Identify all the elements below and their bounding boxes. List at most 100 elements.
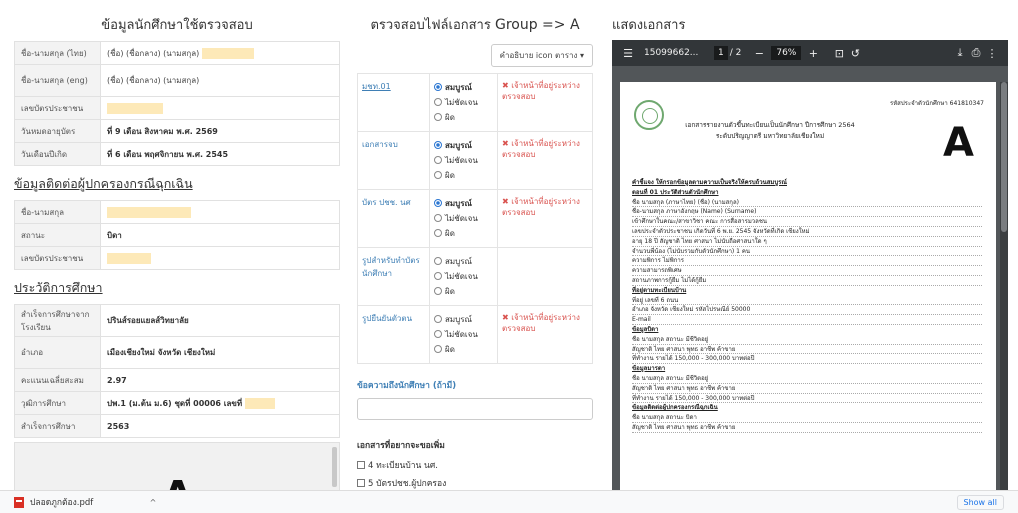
document-line: ความพิการ ไม่พิการ (632, 256, 982, 267)
radio-wrong[interactable]: ผิด (434, 342, 493, 357)
row-value: ที่ 6 เดือน พฤศจิกายน พ.ศ. 2545 (100, 142, 340, 166)
document-viewer-title: แสดงเอกสาร (612, 18, 686, 33)
document-line: เลขประจำตัวประชาชน เกิดวันที่ 6 พ.ย. 254… (632, 227, 982, 237)
doc-link[interactable]: รูปสำหรับทำบัตรนักศึกษา (362, 256, 420, 278)
message-input[interactable] (357, 398, 593, 420)
doc-name-cell: มชท.01 (357, 73, 430, 132)
more-icon[interactable]: ⋮ (984, 47, 1000, 60)
doc-name-cell: รูปสำหรับทำบัตรนักศึกษา (357, 247, 430, 306)
document-group-letter: A (943, 120, 974, 166)
doc-link[interactable]: มชท.01 (362, 82, 391, 91)
redacted-highlight (244, 397, 275, 409)
row-value: 2.97 (100, 368, 340, 392)
extra-doc-checkbox[interactable]: 5 บัตรปชช.ผู้ปกครอง (357, 474, 593, 490)
radio-icon (434, 257, 442, 265)
show-all-button[interactable]: Show all (956, 494, 1004, 510)
doc-link[interactable]: รูปยืนยันตัวตน (362, 314, 412, 323)
extra-doc-checkbox[interactable]: 4 ทะเบียนบ้าน นศ. (357, 456, 593, 474)
icon-legend-dropdown[interactable]: คำอธิบาย icon ตาราง ▾ (490, 44, 593, 67)
pdf-viewer: ☰ 15099662... 1 / 2 − 76% + ⊡ ↺ ⤓ ⎙ ⋮ รห… (612, 40, 1008, 490)
zoom-out-icon[interactable]: − (751, 47, 767, 60)
table-row: ชื่อ-นามสกุล (eng) (ชื่อ) (ชื่อกลาง) (นา… (14, 64, 340, 97)
row-label: อำเภอ (14, 336, 101, 369)
emergency-contact-table: ชื่อ-นามสกุล สถานะ บิดา เลขบัตรประชาชน (14, 200, 340, 270)
radio-complete[interactable]: สมบูรณ์ (434, 312, 493, 327)
checkbox-icon (357, 479, 365, 487)
document-line: อำเภอ จังหวัด เชียงใหม่ รหัสไปรษณีย์ 500… (632, 305, 982, 316)
radio-wrong[interactable]: ผิด (434, 284, 493, 299)
table-row: คะแนนเฉลี่ยสะสม 2.97 (14, 368, 340, 392)
row-value: ที่ 9 เดือน สิงหาคม พ.ศ. 2569 (100, 119, 340, 143)
doc-options-cell: สมบูรณ์ ไม่ชัดเจน ผิด (429, 247, 498, 306)
menu-icon[interactable]: ☰ (620, 47, 636, 60)
download-file-name[interactable]: ปลอดภูกต้อง.pdf (30, 495, 130, 509)
document-line: E-mail (632, 315, 982, 325)
pdf-toolbar: ☰ 15099662... 1 / 2 − 76% + ⊡ ↺ ⤓ ⎙ ⋮ (612, 40, 1008, 66)
preview-scrollbar[interactable] (332, 447, 337, 487)
radio-unclear[interactable]: ไม่ชัดเจน (434, 95, 493, 110)
row-label: ชื่อ-นามสกุล (14, 200, 101, 224)
print-icon[interactable]: ⎙ (968, 46, 984, 60)
document-subheader: ระดับปริญญาตรี มหาวิทยาลัยเชียงใหม่ (715, 132, 825, 140)
chevron-up-icon[interactable]: ^ (146, 495, 160, 509)
table-row: ชื่อ-นามสกุล (ไทย) (ชื่อ) (ชื่อกลาง) (นา… (14, 41, 340, 65)
radio-icon (434, 113, 442, 121)
radio-unclear[interactable]: ไม่ชัดเจน (434, 269, 493, 284)
row-label: คะแนนเฉลี่ยสะสม (14, 368, 101, 392)
education-history-title: ประวัติการศึกษา (14, 280, 103, 295)
zoom-level[interactable]: 76% (771, 46, 802, 60)
row-label: วันเดือนปีเกิด (14, 142, 101, 166)
row-label: สำเร็จการศึกษาจากโรงเรียน (14, 304, 101, 337)
document-line: สถานภาพการกู้ยืม ไม่ได้กู้ยืม (632, 276, 982, 286)
doc-status: ✖ เจ้าหน้าที่อยู่ระหว่างตรวจสอบ (497, 189, 593, 248)
doc-link[interactable]: บัตร ปชช. นศ (362, 198, 411, 207)
document-line: ตอนที่ 01 ประวัติส่วนตัวนักศึกษา (632, 188, 719, 196)
zoom-in-icon[interactable]: + (805, 47, 821, 60)
rotate-icon[interactable]: ↺ (847, 47, 863, 60)
row-label: ชื่อ-นามสกุล (ไทย) (14, 41, 101, 65)
page: ข้อมูลนักศึกษาใช้ตรวจสอบ ชื่อ-นามสกุล (ไ… (0, 0, 1018, 513)
document-viewer-panel: แสดงเอกสาร ☰ 15099662... 1 / 2 − 76% + ⊡… (612, 0, 1018, 490)
radio-complete[interactable]: สมบูรณ์ (434, 254, 493, 269)
table-row: สำเร็จการศึกษาจากโรงเรียน ปรินส์รอยแยลส์… (14, 304, 340, 337)
radio-wrong[interactable]: ผิด (434, 226, 493, 241)
pdf-scrollbar-thumb[interactable] (1001, 82, 1007, 232)
table-row: วุฒิการศึกษา ปพ.1 (ม.ต้น ม.6) ชุดที่ 000… (14, 391, 340, 415)
radio-icon (434, 345, 442, 353)
document-line: สัญชาติ ไทย ศาสนา พุทธ อาชีพ ค้าขาย (632, 345, 982, 355)
download-bar: ปลอดภูกต้อง.pdf ^ Show all (0, 490, 1018, 513)
radio-checked-icon (434, 141, 442, 149)
radio-complete[interactable]: สมบูรณ์ (434, 80, 493, 95)
radio-unclear[interactable]: ไม่ชัดเจน (434, 153, 493, 168)
fit-page-icon[interactable]: ⊡ (831, 47, 847, 60)
radio-unclear[interactable]: ไม่ชัดเจน (434, 211, 493, 226)
radio-checked-icon (434, 83, 442, 91)
document-header: เอกสารรายงานตัวขึ้นทะเบียนเป็นนักศึกษา ป… (685, 121, 855, 129)
document-check-title-text: ตรวจสอบไฟล์เอกสาร (370, 18, 491, 33)
table-row: สถานะ บิดา (14, 223, 340, 247)
radio-complete[interactable]: สมบูรณ์ (434, 138, 493, 153)
student-id-ref: รหัสประจำตัวนักศึกษา 641810347 (889, 100, 984, 107)
row-value: เมืองเชียงใหม่ จังหวัด เชียงใหม่ (100, 336, 340, 369)
redacted-highlight (201, 47, 254, 59)
document-line: ชื่อ นามสกุล สถานะ มีชีวิตอยู่ (632, 335, 982, 345)
pdf-scrollbar[interactable] (1000, 82, 1008, 490)
document-body: คำชี้แจง ให้กรอกข้อมูลตามความเป็นจริงให้… (632, 178, 982, 433)
radio-icon (434, 98, 442, 106)
radio-unclear[interactable]: ไม่ชัดเจน (434, 327, 493, 342)
doc-name-cell: บัตร ปชช. นศ (357, 189, 430, 248)
radio-wrong[interactable]: ผิด (434, 110, 493, 125)
doc-name-cell: เอกสารจบ (357, 131, 430, 190)
message-label: ข้อความถึงนักศึกษา (ถ้ามี) (357, 381, 457, 391)
redacted-highlight (107, 102, 163, 114)
doc-link[interactable]: เอกสารจบ (362, 140, 398, 149)
doc-status: ✖ เจ้าหน้าที่อยู่ระหว่างตรวจสอบ (497, 131, 593, 190)
radio-complete[interactable]: สมบูรณ์ (434, 196, 493, 211)
page-number-input[interactable]: 1 (714, 46, 728, 60)
download-icon[interactable]: ⤓ (952, 46, 968, 60)
row-label: เลขบัตรประชาชน (14, 246, 101, 270)
row-label: สถานะ (14, 223, 101, 247)
row-label: วันหมดอายุบัตร (14, 119, 101, 143)
document-preview-thumbnail[interactable]: A (14, 442, 340, 490)
radio-wrong[interactable]: ผิด (434, 168, 493, 183)
